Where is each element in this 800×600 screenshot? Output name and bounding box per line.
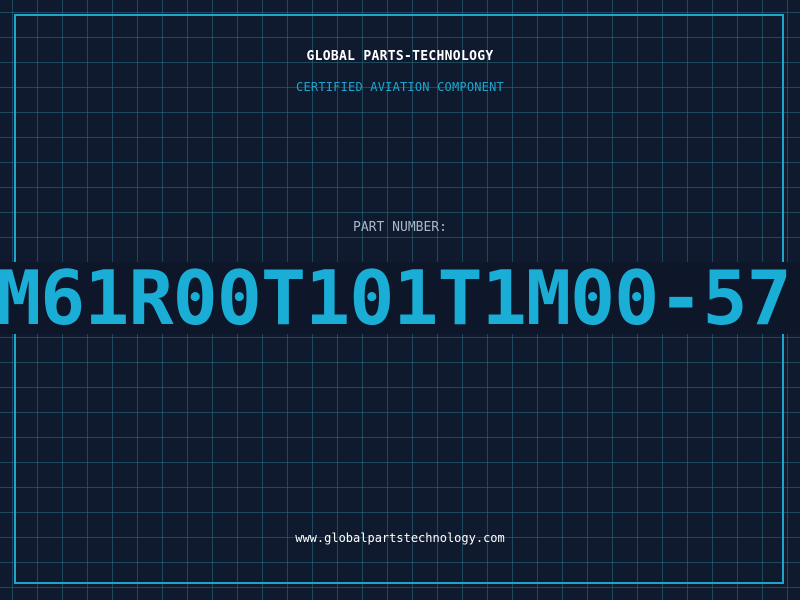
label-canvas: GLOBAL PARTS-TECHNOLOGY CERTIFIED AVIATI…	[0, 0, 800, 600]
certification-subtitle: CERTIFIED AVIATION COMPONENT	[296, 80, 504, 94]
website-url: www.globalpartstechnology.com	[295, 531, 505, 545]
part-number-value: M61R00T101T1M00-57	[0, 254, 792, 342]
part-number-label: PART NUMBER:	[353, 220, 447, 235]
company-name: GLOBAL PARTS-TECHNOLOGY	[306, 49, 494, 64]
